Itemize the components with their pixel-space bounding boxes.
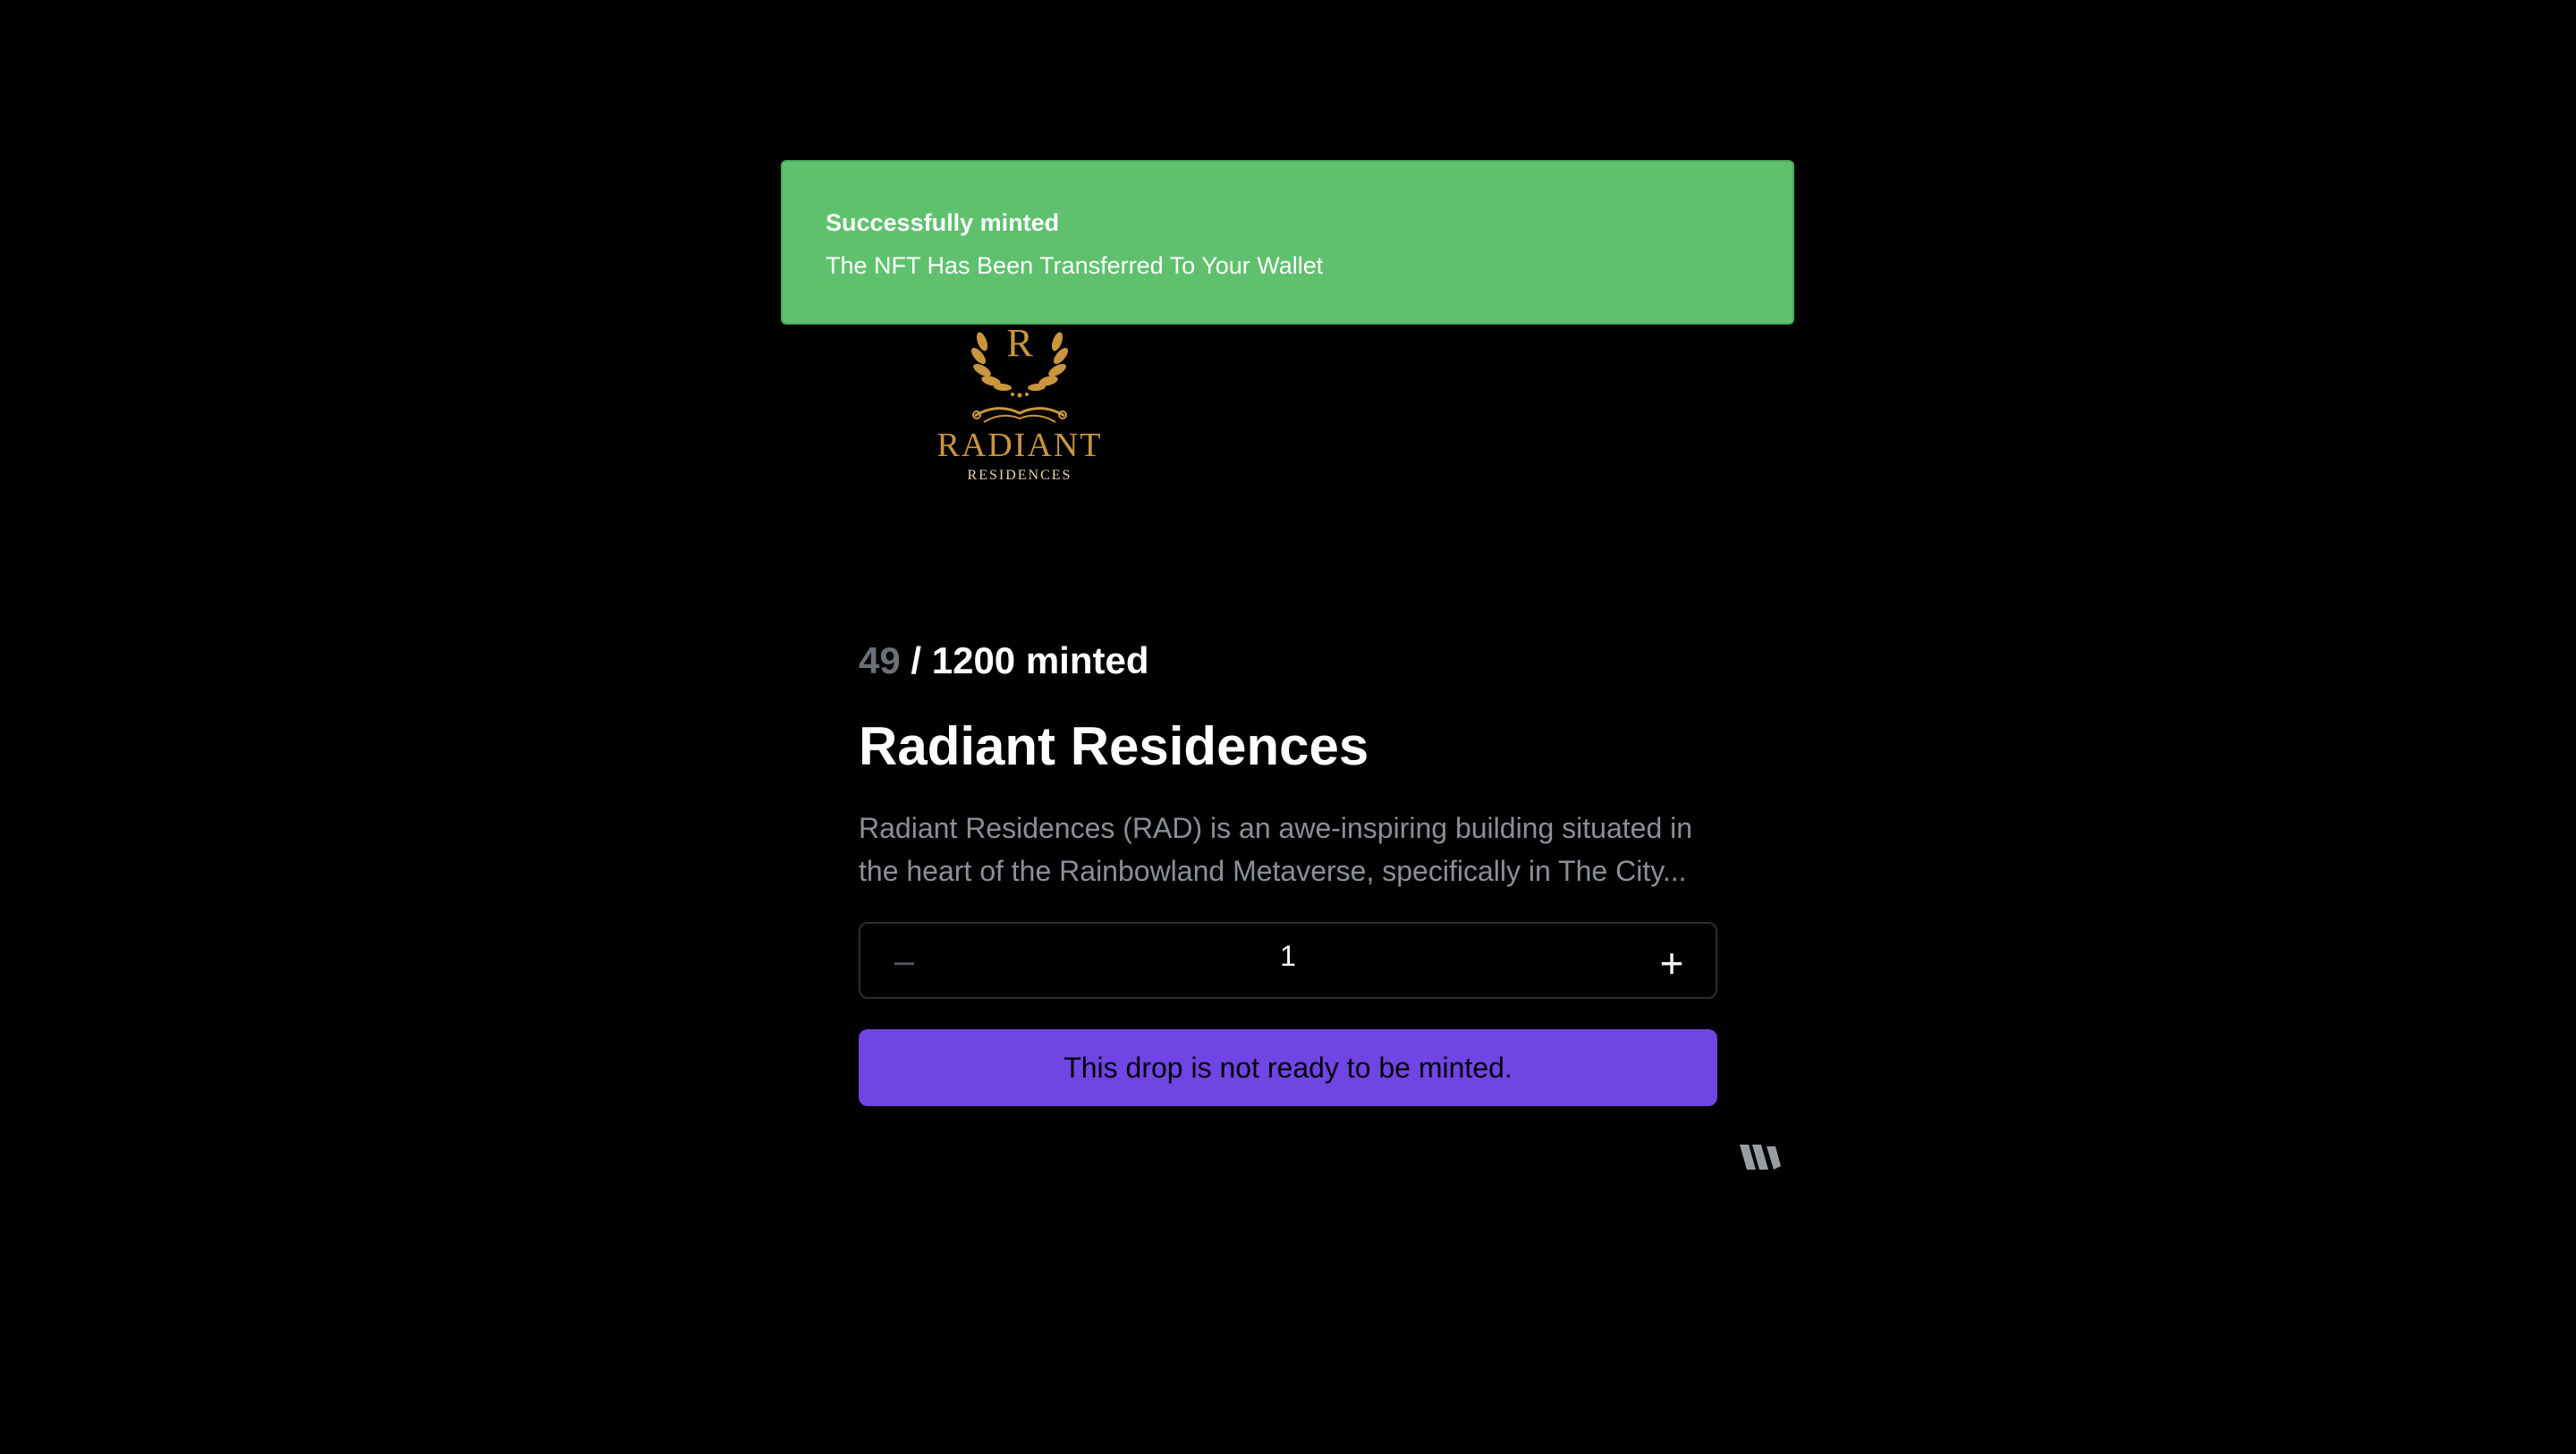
logo-name: RADIANT <box>937 427 1103 464</box>
increment-button[interactable]: + <box>1651 936 1692 986</box>
quantity-stepper: – 1 + <box>859 922 1717 999</box>
thirdweb-logo-icon[interactable] <box>1738 1141 1788 1173</box>
toast-message: The NFT Has Been Transferred To Your Wal… <box>826 252 1324 279</box>
total-supply-label: / 1200 minted <box>911 639 1149 681</box>
drop-description: Radiant Residences (RAD) is an awe-inspi… <box>859 812 1693 887</box>
mint-button[interactable]: This drop is not ready to be minted. <box>859 1029 1717 1106</box>
logo-subtitle: RESIDENCES <box>968 468 1072 483</box>
page: R RADIANT RESIDENCES Successfully minted… <box>0 0 2576 1454</box>
quantity-value[interactable]: 1 <box>860 940 1716 973</box>
toast-title: Successfully minted <box>826 209 1060 236</box>
drop-title: Radiant Residences <box>859 716 1369 776</box>
minted-number: 49 <box>859 639 901 681</box>
success-toast[interactable]: Successfully minted The NFT Has Been Tra… <box>781 160 1794 325</box>
logo-monogram: R <box>1006 321 1033 365</box>
mint-count: 49 / 1200 minted <box>859 639 1149 682</box>
